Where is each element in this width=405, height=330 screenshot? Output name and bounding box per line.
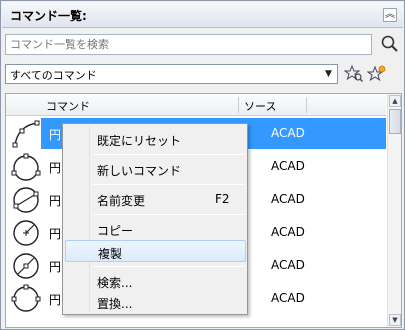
circle-center-radius-icon: [13, 220, 39, 246]
star-new-icon[interactable]: [367, 64, 387, 84]
panel-title: コマンド一覧:: [10, 9, 87, 23]
vertical-scrollbar[interactable]: ▲ ▼: [387, 94, 401, 327]
menu-separator: [93, 214, 245, 215]
menu-item-label: コピー: [97, 224, 134, 238]
double-chevron-up-icon[interactable]: ︽: [383, 8, 397, 22]
row-command-name: 円: [49, 293, 62, 307]
menu-item-label: 検索...: [97, 276, 133, 290]
column-header-source[interactable]: ソース: [244, 98, 276, 114]
menu-item-copy[interactable]: コピー: [65, 218, 246, 240]
filter-selected-value: すべてのコマンド: [10, 69, 97, 82]
search-icon[interactable]: [379, 34, 401, 54]
menu-item-label: 複製: [98, 247, 123, 261]
circle-tangent-icon: [11, 284, 41, 312]
row-source: ACAD: [271, 126, 305, 140]
row-command-name: 円: [49, 260, 62, 274]
dropdown-arrow-icon[interactable]: ▼: [321, 66, 336, 82]
context-menu: 既定にリセット 新しいコマンド 名前変更 F2 コピー 複製 検索... 置換.…: [62, 123, 248, 315]
row-source: ACAD: [271, 192, 305, 206]
menu-item-rename[interactable]: 名前変更 F2: [65, 188, 246, 210]
grid-header: コマンド ソース: [6, 94, 386, 116]
menu-separator: [93, 184, 245, 185]
menu-item-duplicate[interactable]: 複製: [65, 240, 246, 262]
row-source: ACAD: [271, 258, 305, 272]
menu-item-label: 既定にリセット: [97, 134, 182, 148]
scroll-down-icon[interactable]: ▼: [389, 314, 401, 326]
command-search-field[interactable]: [5, 34, 372, 55]
row-command-name: 円: [49, 128, 62, 142]
scroll-up-icon[interactable]: ▲: [389, 95, 401, 107]
command-list-panel: コマンド一覧: ︽ すべてのコマンド ▼ コマンド ソース: [0, 0, 405, 330]
row-source: ACAD: [271, 291, 305, 305]
menu-item-label: 新しいコマンド: [97, 164, 182, 178]
command-filter-select[interactable]: すべてのコマンド ▼: [5, 64, 338, 84]
circle-center-diameter-icon: [13, 253, 39, 279]
star-search-icon[interactable]: [344, 64, 364, 84]
row-command-name: 円: [49, 194, 62, 208]
menu-separator: [93, 154, 245, 155]
scrollbar-thumb[interactable]: [389, 109, 401, 134]
menu-item-label: 名前変更: [97, 194, 146, 208]
circle-2point-icon: [13, 187, 39, 213]
menu-item-reset-default[interactable]: 既定にリセット: [65, 128, 246, 150]
panel-titlebar: コマンド一覧: ︽: [2, 2, 403, 28]
menu-item-shortcut: F2: [215, 192, 230, 206]
search-input[interactable]: [6, 35, 371, 54]
row-command-name: 円: [49, 227, 62, 241]
arc-icon: [12, 120, 40, 148]
menu-separator: [93, 266, 245, 267]
circle-3point-icon: [11, 153, 41, 181]
column-header-command[interactable]: コマンド: [46, 98, 90, 114]
column-separator[interactable]: [238, 97, 239, 113]
row-source: ACAD: [271, 159, 305, 173]
row-source: ACAD: [271, 225, 305, 239]
row-command-name: 円: [49, 161, 62, 175]
menu-item-find[interactable]: 検索...: [65, 270, 246, 292]
menu-item-label: 置換...: [97, 297, 133, 311]
column-separator[interactable]: [306, 97, 307, 113]
menu-item-replace[interactable]: 置換...: [65, 291, 246, 313]
menu-item-new-command[interactable]: 新しいコマンド: [65, 158, 246, 180]
